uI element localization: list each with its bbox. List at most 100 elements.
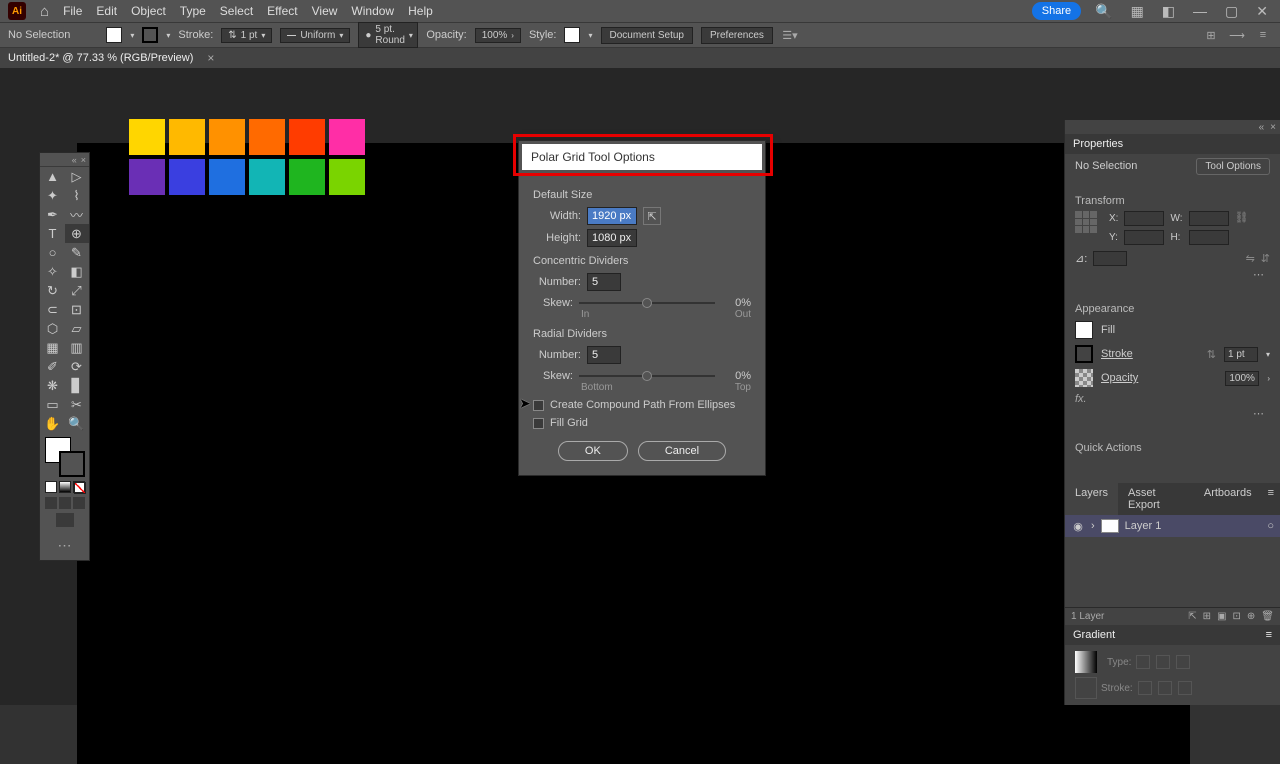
- close-icon[interactable]: ✕: [1252, 3, 1272, 20]
- opacity-input[interactable]: 100%›: [475, 28, 521, 43]
- stroke-swatch[interactable]: [142, 27, 158, 43]
- artboard-tool[interactable]: ▭: [41, 395, 65, 414]
- perspective-tool[interactable]: ▱: [65, 319, 89, 338]
- appearance-more-icon[interactable]: ⋯: [1075, 405, 1270, 422]
- menu-effect[interactable]: Effect: [267, 4, 297, 18]
- locate-layer-icon[interactable]: ⇱: [1188, 611, 1196, 622]
- layer-row[interactable]: ◉ › Layer 1 ○: [1065, 515, 1280, 537]
- fill-color-swatch[interactable]: [1075, 321, 1093, 339]
- opacity-label-link[interactable]: Opacity: [1101, 372, 1138, 384]
- zoom-tool[interactable]: 🔍: [65, 414, 89, 433]
- stroke-grad-3[interactable]: [1178, 681, 1192, 695]
- layers-tab[interactable]: Layers: [1065, 483, 1118, 515]
- align-icon[interactable]: ☰▾: [781, 26, 799, 44]
- menu-edit[interactable]: Edit: [96, 4, 117, 18]
- menu-type[interactable]: Type: [180, 4, 206, 18]
- style-dropdown-icon[interactable]: ▾: [588, 31, 592, 40]
- arrange-docs-icon[interactable]: ▦: [1127, 3, 1148, 20]
- layer-expand-icon[interactable]: ›: [1091, 520, 1095, 532]
- free-transform-tool[interactable]: ⊡: [65, 300, 89, 319]
- selection-tool[interactable]: ▲: [41, 167, 65, 186]
- width-input[interactable]: [587, 207, 637, 225]
- visibility-icon[interactable]: ◉: [1071, 520, 1085, 533]
- app-icon[interactable]: Ai: [8, 2, 26, 20]
- column-graph-tool[interactable]: ▊: [65, 376, 89, 395]
- list-icon[interactable]: ≡: [1254, 26, 1272, 44]
- slice-tool[interactable]: ✂: [65, 395, 89, 414]
- width-tool[interactable]: ⊂: [41, 300, 65, 319]
- height-input[interactable]: [587, 229, 637, 247]
- concentric-number-input[interactable]: [587, 273, 621, 291]
- rotate-tool[interactable]: ↻: [41, 281, 65, 300]
- maximize-icon[interactable]: ▢: [1221, 3, 1242, 20]
- paintbrush-tool[interactable]: ✎: [65, 243, 89, 262]
- transform-more-icon[interactable]: ⋯: [1075, 266, 1270, 283]
- symbol-sprayer-tool[interactable]: ❋: [41, 376, 65, 395]
- menu-select[interactable]: Select: [220, 4, 253, 18]
- color-mode-color[interactable]: [45, 481, 57, 493]
- draw-inside[interactable]: [73, 497, 85, 509]
- collect-icon[interactable]: ⊞: [1203, 611, 1211, 622]
- gradient-swatch[interactable]: [1075, 651, 1097, 673]
- stroke-weight-panel-input[interactable]: [1224, 347, 1258, 362]
- stroke-dropdown-icon[interactable]: ▾: [166, 31, 170, 40]
- brush-select[interactable]: ●5 pt. Round▾: [358, 22, 418, 48]
- pen-tool[interactable]: ✒: [41, 205, 65, 224]
- stroke-grad-1[interactable]: [1138, 681, 1152, 695]
- new-sublayer-icon[interactable]: ⊡: [1233, 611, 1241, 622]
- shaper-tool[interactable]: ✧: [41, 262, 65, 281]
- draw-behind[interactable]: [59, 497, 71, 509]
- shape-builder-tool[interactable]: ⬡: [41, 319, 65, 338]
- layer-name[interactable]: Layer 1: [1125, 520, 1162, 532]
- fill-swatch[interactable]: [106, 27, 122, 43]
- fill-stroke-control[interactable]: [45, 437, 85, 477]
- layer-target-icon[interactable]: ○: [1267, 520, 1274, 532]
- menu-help[interactable]: Help: [408, 4, 433, 18]
- asset-export-tab[interactable]: Asset Export: [1118, 483, 1194, 515]
- panel-collapse-icon[interactable]: «: [1259, 122, 1265, 133]
- stroke-color-swatch[interactable]: [1075, 345, 1093, 363]
- hand-tool[interactable]: ✋: [41, 414, 65, 433]
- eyedropper-tool[interactable]: ✐: [41, 357, 65, 376]
- document-tab[interactable]: Untitled-2* @ 77.33 % (RGB/Preview): [8, 52, 207, 64]
- ok-button[interactable]: OK: [558, 441, 628, 461]
- lasso-tool[interactable]: ⌇: [65, 186, 89, 205]
- blend-tool[interactable]: ⟳: [65, 357, 89, 376]
- reference-point[interactable]: [1075, 211, 1097, 233]
- radial-gradient-icon[interactable]: [1156, 655, 1170, 669]
- toolbox-collapse-icon[interactable]: «: [72, 155, 77, 165]
- opacity-panel-input[interactable]: [1225, 371, 1259, 386]
- ellipse-tool[interactable]: ○: [41, 243, 65, 262]
- linear-gradient-icon[interactable]: [1136, 655, 1150, 669]
- radial-number-input[interactable]: [587, 346, 621, 364]
- menu-window[interactable]: Window: [351, 4, 394, 18]
- fill-dropdown-icon[interactable]: ▾: [130, 31, 134, 40]
- magic-wand-tool[interactable]: ✦: [41, 186, 65, 205]
- stroke-color[interactable]: [59, 451, 85, 477]
- share-button[interactable]: Share: [1032, 2, 1081, 20]
- new-layer-icon[interactable]: ⊕: [1247, 611, 1255, 622]
- freeform-gradient-icon[interactable]: [1176, 655, 1190, 669]
- close-tab-icon[interactable]: ×: [207, 51, 214, 65]
- link-wh-icon[interactable]: ⛓: [1235, 211, 1249, 224]
- type-tool[interactable]: T: [41, 224, 65, 243]
- fill-grid-checkbox[interactable]: [533, 418, 544, 429]
- compound-path-checkbox[interactable]: [533, 400, 544, 411]
- toolbox-close-icon[interactable]: ×: [81, 155, 86, 165]
- constrain-proportions-icon[interactable]: ⇱: [643, 207, 661, 225]
- artboards-tab[interactable]: Artboards: [1194, 483, 1262, 515]
- stroke-label-link[interactable]: Stroke: [1101, 348, 1133, 360]
- fx-button[interactable]: fx.: [1075, 393, 1270, 405]
- scale-tool[interactable]: ⤢: [65, 281, 89, 300]
- tool-options-button[interactable]: Tool Options: [1196, 158, 1270, 175]
- color-mode-none[interactable]: [73, 481, 85, 493]
- color-mode-gradient[interactable]: [59, 481, 71, 493]
- menu-file[interactable]: File: [63, 4, 82, 18]
- h-input[interactable]: [1189, 230, 1229, 245]
- edit-toolbar-icon[interactable]: ⋯: [58, 531, 72, 560]
- snap-icon[interactable]: ⊞: [1202, 26, 1220, 44]
- stroke-profile-select[interactable]: Uniform▾: [280, 28, 350, 43]
- stroke-weight-input[interactable]: ⇅1 pt▾: [221, 28, 272, 43]
- y-input[interactable]: [1124, 230, 1164, 245]
- gradient-menu-icon[interactable]: ≡: [1266, 629, 1272, 641]
